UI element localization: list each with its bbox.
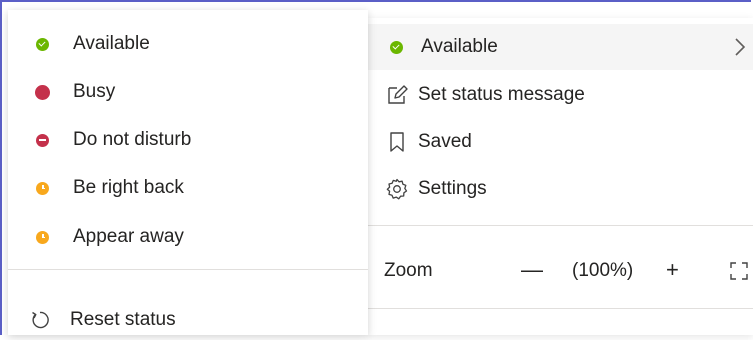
clock-dot-icon — [36, 230, 49, 244]
edit-icon — [388, 85, 408, 104]
zoom-label: Zoom — [384, 260, 433, 281]
status-option-label: Busy — [73, 81, 116, 102]
menu-item-settings-label: Settings — [418, 178, 487, 199]
zoom-row: Zoom — (100%) + — [368, 248, 753, 294]
zoom-in-button[interactable]: + — [666, 257, 679, 283]
profile-menu: Available Set status message Saved Setti… — [368, 18, 753, 335]
fullscreen-icon[interactable] — [729, 261, 749, 281]
status-option-label: Available — [73, 33, 150, 54]
clock-dot-icon — [36, 181, 49, 195]
menu-bottom-divider — [368, 308, 753, 309]
zoom-level: (100%) — [572, 260, 634, 281]
menu-item-status[interactable]: Available — [368, 24, 753, 70]
status-option-appear-away[interactable]: Appear away — [8, 214, 368, 260]
reset-status-button[interactable]: Reset status — [8, 300, 368, 340]
status-option-do-not-disturb[interactable]: Do not disturb — [8, 117, 368, 163]
menu-item-set-status-message[interactable]: Set status message — [368, 72, 753, 118]
menu-item-status-label: Available — [421, 36, 498, 57]
status-option-be-right-back[interactable]: Be right back — [8, 165, 368, 211]
status-option-label: Do not disturb — [73, 129, 192, 150]
gear-icon — [386, 178, 408, 200]
status-option-label: Appear away — [73, 226, 184, 247]
bookmark-icon — [390, 132, 404, 152]
status-option-busy[interactable]: Busy — [8, 69, 368, 115]
reset-icon — [32, 311, 49, 329]
status-submenu: Available Busy Do not disturb Be right b… — [8, 10, 368, 335]
busy-dot-icon — [35, 84, 50, 100]
menu-divider — [368, 225, 753, 226]
menu-item-saved[interactable]: Saved — [368, 119, 753, 165]
chevron-right-icon — [735, 38, 746, 56]
menu-item-saved-label: Saved — [418, 131, 472, 152]
submenu-divider — [8, 269, 368, 270]
menu-item-set-status-message-label: Set status message — [418, 84, 585, 105]
menu-item-settings[interactable]: Settings — [368, 166, 753, 212]
zoom-out-button[interactable]: — — [521, 257, 543, 283]
available-dot-icon — [390, 40, 403, 54]
status-option-label: Be right back — [73, 177, 184, 198]
status-option-available[interactable]: Available — [8, 21, 368, 67]
available-dot-icon — [36, 37, 49, 51]
do-not-disturb-dot-icon — [36, 133, 49, 147]
reset-status-label: Reset status — [70, 309, 176, 330]
